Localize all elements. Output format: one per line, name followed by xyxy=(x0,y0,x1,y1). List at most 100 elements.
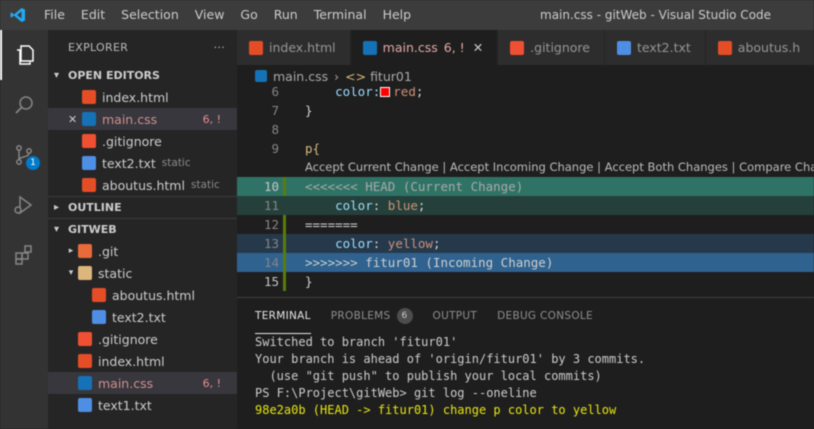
html-file-icon xyxy=(717,40,732,55)
tab-problems-label: PROBLEMS xyxy=(330,310,391,322)
text-file-icon xyxy=(82,156,96,170)
folder-open-icon xyxy=(78,266,92,280)
open-editor-folder: static xyxy=(190,179,220,191)
tab-main-css[interactable]: main.css 6, ! ✕ xyxy=(350,30,499,65)
chevron-right-icon: › xyxy=(334,68,340,84)
tab-label: text2.txt xyxy=(637,40,691,55)
terminal-output[interactable]: Switched to branch 'fitur01' Your branch… xyxy=(237,334,814,419)
menu-go[interactable]: Go xyxy=(232,0,265,30)
close-icon[interactable]: ✕ xyxy=(473,40,483,55)
code-line: 6 color: red; xyxy=(237,87,814,101)
open-editor-item[interactable]: index.html xyxy=(48,86,237,108)
text-file-icon xyxy=(78,398,92,412)
breadcrumb-file[interactable]: main.css xyxy=(273,69,328,84)
tree-item[interactable]: .gitignore xyxy=(48,328,237,350)
menu-edit[interactable]: Edit xyxy=(73,0,113,30)
open-editor-name: text2.txt xyxy=(102,155,156,171)
tree-item[interactable]: text2.txt xyxy=(48,306,237,328)
menu-file[interactable]: File xyxy=(36,0,73,30)
tree-item[interactable]: ▸ .git xyxy=(48,240,237,262)
workspace-label: GITWEB xyxy=(68,223,117,236)
tree-item-name: .git xyxy=(98,243,119,259)
chevron-down-icon: ▾ xyxy=(68,268,74,278)
activity-search[interactable] xyxy=(0,80,48,130)
terminal-line: Switched to branch 'fitur01' xyxy=(255,335,458,349)
open-editor-item[interactable]: text2.txt static xyxy=(48,152,237,174)
code-line: 11 color: blue; xyxy=(237,196,814,215)
tree-item[interactable]: text1.txt xyxy=(48,394,237,416)
tree-item[interactable]: ▾ static xyxy=(48,262,237,284)
line-number: 8 xyxy=(271,122,279,137)
merge-codelens-actions[interactable]: Accept Current Change | Accept Incoming … xyxy=(305,158,814,177)
line-number: 10 xyxy=(263,179,279,194)
tab-aboutus[interactable]: aboutus.h xyxy=(705,30,814,65)
activity-explorer[interactable] xyxy=(0,30,48,80)
line-number: 13 xyxy=(263,236,279,251)
activity-run-debug[interactable] xyxy=(0,180,48,230)
activity-source-control[interactable]: 1 xyxy=(0,130,48,180)
terminal-line: Your branch is ahead of 'origin/fitur01'… xyxy=(255,352,646,366)
workspace-header[interactable]: ▾ GITWEB xyxy=(48,218,237,240)
outline-header[interactable]: ▸ OUTLINE xyxy=(48,196,237,218)
menu-help[interactable]: Help xyxy=(375,0,420,30)
breadcrumb: main.css › <> fitur01 xyxy=(237,65,814,87)
tab-problems-badge: 6, ! xyxy=(443,40,465,55)
line-number: 15 xyxy=(263,274,279,289)
menu-terminal[interactable]: Terminal xyxy=(306,0,375,30)
line-number: 7 xyxy=(271,103,279,118)
tree-item[interactable]: main.css 6, ! xyxy=(48,372,237,394)
tree-item-name: .gitignore xyxy=(98,331,158,347)
terminal-command: PS F:\Project\gitWeb> git log --oneline xyxy=(255,386,537,400)
css-file-icon xyxy=(255,70,267,82)
tree-item-name: text2.txt xyxy=(112,309,166,325)
open-editor-item[interactable]: aboutus.html static xyxy=(48,174,237,196)
line-text: } xyxy=(305,274,313,289)
color-swatch-icon xyxy=(380,87,391,97)
code-line: 15 } xyxy=(237,272,814,291)
tree-item[interactable]: index.html xyxy=(48,350,237,372)
terminal-line: PS F:\Project\gitWeb> git log --oneline xyxy=(255,385,814,402)
tree-item[interactable]: aboutus.html xyxy=(48,284,237,306)
chevron-down-icon: ▾ xyxy=(54,69,60,81)
menu-view[interactable]: View xyxy=(187,0,233,30)
code-line: 10 <<<<<<< HEAD (Current Change) xyxy=(237,177,814,196)
close-icon[interactable]: ✕ xyxy=(68,113,77,126)
open-editor-name: main.css xyxy=(102,111,158,127)
tab-debug-console[interactable]: DEBUG CONSOLE xyxy=(497,298,593,334)
open-editor-name: .gitignore xyxy=(102,133,162,149)
terminal-line: 98e2a0b (HEAD -> fitur01) change p color… xyxy=(255,403,617,417)
menu-selection[interactable]: Selection xyxy=(113,0,187,30)
gutter-mark xyxy=(283,272,286,291)
open-editor-item[interactable]: .gitignore xyxy=(48,130,237,152)
tab-problems[interactable]: PROBLEMS 6 xyxy=(331,298,413,334)
tab-index-html[interactable]: index.html xyxy=(237,30,351,65)
outline-label: OUTLINE xyxy=(68,201,122,214)
gutter-mark xyxy=(283,177,286,196)
html-file-icon xyxy=(82,178,96,192)
open-editor-name: aboutus.html xyxy=(102,177,185,193)
open-editors-header[interactable]: ▾ OPEN EDITORS xyxy=(48,64,237,86)
open-editor-item[interactable]: ✕ main.css 6, ! xyxy=(48,108,237,130)
line-text: } xyxy=(305,103,313,118)
search-icon xyxy=(15,96,33,114)
bottom-panel: TERMINAL PROBLEMS 6 OUTPUT DEBUG CONSOLE… xyxy=(237,297,814,429)
line-number: 12 xyxy=(263,217,279,232)
explorer-sidebar: EXPLORER ··· ▾ OPEN EDITORS index.html ✕… xyxy=(48,30,237,429)
window-title: main.css - gitWeb - Visual Studio Code xyxy=(540,8,772,22)
html-file-icon xyxy=(78,354,92,368)
css-file-icon xyxy=(362,40,377,55)
tab-text2[interactable]: text2.txt xyxy=(605,30,706,65)
activity-extensions[interactable] xyxy=(0,230,48,280)
html-file-icon xyxy=(82,90,96,104)
tab-terminal[interactable]: TERMINAL xyxy=(255,298,311,334)
open-editor-name: index.html xyxy=(102,89,169,105)
explorer-header: EXPLORER ··· xyxy=(48,30,237,64)
title-bar: File Edit Selection View Go Run Terminal… xyxy=(0,0,814,30)
code-editor[interactable]: 6 color: red; 7 } 8 9 p{ Accept Current C… xyxy=(237,87,814,297)
tab-gitignore[interactable]: .gitignore xyxy=(498,30,605,65)
more-actions-icon[interactable]: ··· xyxy=(214,41,225,54)
line-text: color: red; xyxy=(305,87,424,99)
menu-run[interactable]: Run xyxy=(266,0,306,30)
tab-output[interactable]: OUTPUT xyxy=(433,298,478,334)
breadcrumb-symbol[interactable]: fitur01 xyxy=(370,69,412,84)
